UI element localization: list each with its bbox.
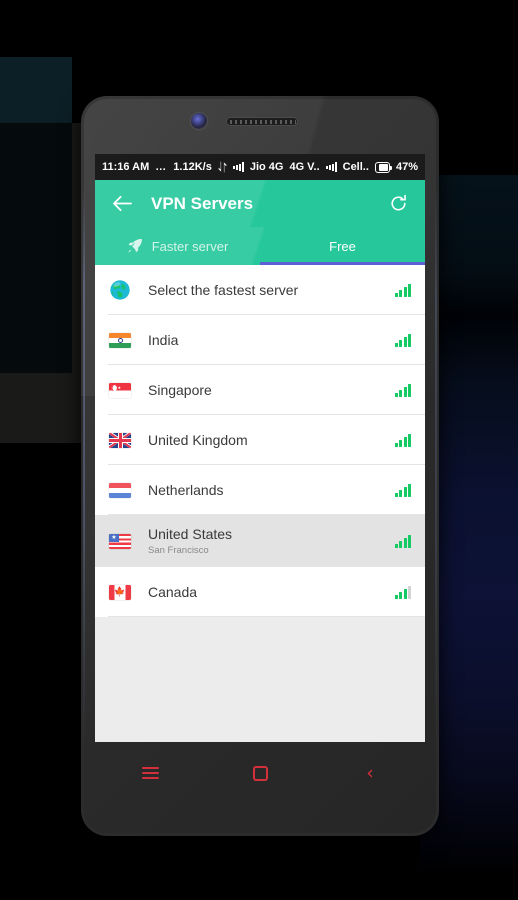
menu-icon <box>141 767 159 779</box>
server-row-netherlands[interactable]: Netherlands <box>95 465 425 515</box>
flag-singapore-icon: ★ <box>108 382 132 398</box>
battery-icon <box>374 161 393 173</box>
server-row-united-kingdom[interactable]: United Kingdom <box>95 415 425 465</box>
server-row-text: United States San Francisco <box>148 526 395 557</box>
status-carrier-1: Jio 4G <box>249 161 284 173</box>
globe-icon <box>108 279 132 301</box>
server-name: Canada <box>148 583 198 600</box>
background-dark-band <box>0 123 72 373</box>
server-list[interactable]: Select the fastest server India ★ Singap… <box>95 265 425 742</box>
server-city: San Francisco <box>148 544 209 556</box>
server-name: United States <box>148 525 233 542</box>
background-teal-band <box>0 57 72 123</box>
signal-strength-icon <box>394 483 411 497</box>
rocket-icon <box>127 239 142 253</box>
server-row-text: United Kingdom <box>148 432 395 449</box>
server-name: Netherlands <box>148 481 224 498</box>
server-row-text: Select the fastest server <box>148 282 395 299</box>
server-row-text: India <box>148 332 395 349</box>
flag-netherlands-icon <box>108 482 132 498</box>
nav-menu-button[interactable] <box>95 742 205 804</box>
globe-icon-svg <box>110 280 130 300</box>
signal-strength-icon <box>394 585 411 599</box>
app-bar: VPN Servers <box>95 180 425 227</box>
tab-faster-server-label: Faster server <box>151 238 229 254</box>
earpiece-speaker <box>226 117 298 126</box>
tab-bar: Faster server Free <box>95 227 425 265</box>
back-button[interactable] <box>107 189 137 219</box>
server-name: United Kingdom <box>148 431 248 448</box>
navigation-bar: ‹ <box>95 742 425 804</box>
nav-back-button[interactable]: ‹ <box>315 742 425 804</box>
data-transfer-icon <box>218 161 227 173</box>
signal-strength-icon <box>394 534 411 548</box>
server-name: Select the fastest server <box>148 281 299 298</box>
signal-strength-icon <box>394 333 411 347</box>
sim1-signal-bars-icon <box>232 162 244 172</box>
status-bar: 11:16 AM … 1.12K/s Jio 4G 4G V.. Cell.. … <box>95 154 425 180</box>
speaker-grille <box>230 120 296 124</box>
server-row-text: Singapore <box>148 382 395 399</box>
phone-edge-right <box>435 186 437 746</box>
tab-free-label: Free <box>329 238 356 254</box>
server-row-text: Canada <box>148 584 395 601</box>
status-network-speed: 1.12K/s <box>173 161 212 173</box>
signal-strength-icon <box>394 283 411 297</box>
server-row-fastest[interactable]: Select the fastest server <box>95 265 425 315</box>
tab-faster-server[interactable]: Faster server <box>95 227 260 265</box>
server-name: Singapore <box>148 381 212 398</box>
phone-edge-left <box>83 186 85 746</box>
tab-active-indicator <box>260 262 425 265</box>
back-chevron-icon: ‹ <box>366 761 374 784</box>
status-carrier-2: Cell.. <box>342 161 369 173</box>
server-row-canada[interactable]: 🍁 Canada <box>95 567 425 617</box>
phone-screen: 11:16 AM … 1.12K/s Jio 4G 4G V.. Cell.. … <box>95 154 425 742</box>
battery-percent: 47% <box>395 161 418 173</box>
status-time: 11:16 AM <box>102 161 150 173</box>
server-row-text: Netherlands <box>148 482 395 499</box>
sim2-signal-bars-icon <box>325 162 337 172</box>
nav-home-button[interactable] <box>205 742 315 804</box>
status-network-type: 4G V.. <box>289 161 320 173</box>
status-overflow-dots: … <box>155 161 168 173</box>
tab-free[interactable]: Free <box>260 227 425 265</box>
home-icon <box>252 765 268 781</box>
front-camera-icon <box>191 113 207 129</box>
server-row-india[interactable]: India <box>95 315 425 365</box>
flag-united-kingdom-icon <box>108 432 132 448</box>
signal-strength-icon <box>394 383 411 397</box>
server-name: India <box>148 331 179 348</box>
server-row-united-states[interactable]: ★ United States San Francisco <box>95 515 425 567</box>
flag-india-icon <box>108 332 132 348</box>
flag-canada-icon: 🍁 <box>108 584 132 600</box>
phone-device: 11:16 AM … 1.12K/s Jio 4G 4G V.. Cell.. … <box>81 96 439 836</box>
page-title: VPN Servers <box>151 193 254 213</box>
refresh-button[interactable] <box>383 189 413 219</box>
flag-united-states-icon: ★ <box>108 533 132 549</box>
signal-strength-icon <box>394 433 411 447</box>
refresh-icon <box>390 194 406 211</box>
server-row-singapore[interactable]: ★ Singapore <box>95 365 425 415</box>
back-arrow-icon <box>112 195 132 212</box>
